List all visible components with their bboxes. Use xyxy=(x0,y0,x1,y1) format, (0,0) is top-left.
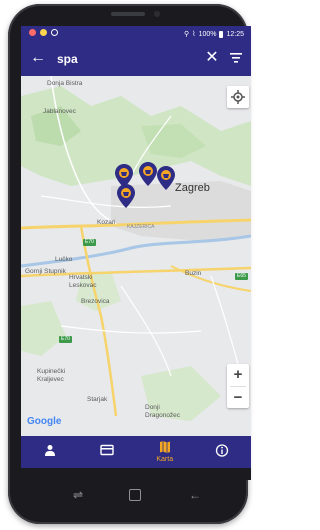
city-label: Zagreb xyxy=(175,182,210,194)
google-attribution: Google xyxy=(27,416,61,427)
card-icon xyxy=(100,444,114,456)
signal-icon: ⌇ xyxy=(192,31,196,38)
notification-icon xyxy=(29,29,36,36)
recent-apps-icon[interactable]: ⇌ xyxy=(73,488,83,502)
map-place-label: Brezovica xyxy=(81,298,110,305)
nav-label-map: Karta xyxy=(156,456,174,463)
map-place-label: Hrvatski Leskovac xyxy=(69,274,97,289)
bottom-nav: Karta xyxy=(21,436,251,468)
my-location-icon[interactable] xyxy=(227,86,249,108)
map-place-label: Buzin xyxy=(185,270,202,277)
nav-item-map[interactable]: Karta xyxy=(136,436,194,468)
back-nav-icon[interactable]: ← xyxy=(189,488,201,502)
map-icon xyxy=(159,441,170,453)
spa-pin-icon[interactable] xyxy=(157,166,175,190)
nav-item-info[interactable] xyxy=(194,436,252,468)
location-icon: ⚲ xyxy=(184,31,190,38)
map-place-label: Kozari xyxy=(97,219,116,226)
zoom-controls: + − xyxy=(227,364,249,408)
map-view[interactable]: Donja Bistra Jablanovec Kozari KAJZERICA… xyxy=(21,76,251,436)
person-icon xyxy=(44,445,55,456)
arrow-left-icon[interactable]: ← xyxy=(29,49,47,67)
spa-pin-icon[interactable] xyxy=(139,162,157,186)
status-time: 12:25 xyxy=(226,30,244,38)
phone-speaker xyxy=(111,12,145,16)
map-place-label: Kupinečki Kraljevec xyxy=(37,368,66,383)
notification-icon xyxy=(40,29,47,36)
phone-camera xyxy=(154,11,160,17)
zoom-in-button[interactable]: + xyxy=(227,364,249,386)
status-notification-icons xyxy=(29,29,58,36)
route-badge: E70 xyxy=(83,239,96,246)
phone-frame: ⚲ ⌇ 100% 12:25 ← spa ✕ Donja Bistra Jabl… xyxy=(8,4,251,524)
crosshair-icon xyxy=(231,90,245,104)
notification-icon xyxy=(51,29,58,36)
map-place-label: Donji Dragonožec xyxy=(145,404,181,419)
app-bar: ← spa ✕ xyxy=(21,42,251,76)
search-query[interactable]: spa xyxy=(57,52,78,66)
status-right: ⚲ ⌇ 100% 12:25 xyxy=(184,30,244,38)
screen: ⚲ ⌇ 100% 12:25 ← spa ✕ Donja Bistra Jabl… xyxy=(21,26,251,480)
status-bar: ⚲ ⌇ 100% 12:25 xyxy=(21,26,251,42)
map-place-label: Gornji Stupnik xyxy=(25,268,66,275)
info-icon xyxy=(216,444,229,457)
filter-icon[interactable] xyxy=(229,51,243,65)
route-badge: E70 xyxy=(59,336,72,343)
hardware-nav: ⇌ ← xyxy=(21,480,251,510)
battery-text: 100% xyxy=(198,30,217,38)
map-place-label: KAJZERICA xyxy=(127,224,155,230)
map-place-label: Donja Bistra xyxy=(47,80,83,87)
spa-pin-icon[interactable] xyxy=(117,184,135,208)
map-place-label: Starjak xyxy=(87,396,108,403)
nav-item-card[interactable] xyxy=(79,436,137,468)
google-logo-text: Google xyxy=(27,416,62,427)
system-bar xyxy=(21,468,251,480)
map-place-label: Lučko xyxy=(55,256,73,263)
home-button-icon[interactable] xyxy=(129,489,141,501)
nav-item-profile[interactable] xyxy=(21,436,79,468)
zoom-out-button[interactable]: − xyxy=(227,387,249,409)
map-place-label: Jablanovec xyxy=(43,108,76,115)
battery-icon xyxy=(219,30,224,38)
close-icon[interactable]: ✕ xyxy=(204,49,220,67)
route-badge: E65 xyxy=(235,273,248,280)
